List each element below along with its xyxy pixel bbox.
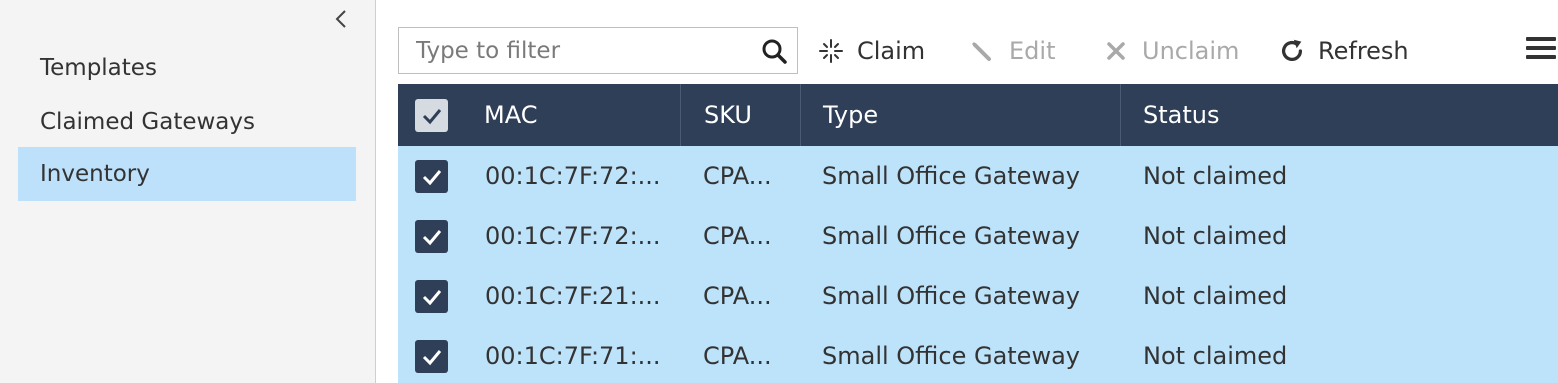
column-header-mac[interactable]: MAC xyxy=(464,84,680,146)
cell-sku: CPA... xyxy=(703,282,772,310)
filter-input[interactable] xyxy=(399,28,749,73)
cell-mac: 00:1C:7F:72:... xyxy=(485,222,661,250)
edit-label: Edit xyxy=(1009,37,1056,65)
sidebar: Templates Claimed Gateways Inventory xyxy=(0,0,376,383)
column-header-label: SKU xyxy=(704,101,752,129)
cell-sku: CPA... xyxy=(703,162,772,190)
table-row[interactable]: 00:1C:7F:72:... CPA... Small Office Gate… xyxy=(398,206,1558,266)
cell-mac: 00:1C:7F:71:... xyxy=(485,342,661,370)
filter-box xyxy=(398,27,798,74)
row-checkbox[interactable] xyxy=(415,220,448,253)
cell-sku: CPA... xyxy=(703,222,772,250)
row-checkbox[interactable] xyxy=(415,160,448,193)
unclaim-button[interactable]: Unclaim xyxy=(1102,26,1239,76)
sparkle-icon xyxy=(817,37,845,65)
cell-status: Not claimed xyxy=(1143,222,1288,250)
cell-type: Small Office Gateway xyxy=(822,282,1080,310)
sidebar-item-label: Inventory xyxy=(40,161,150,187)
collapse-sidebar-button[interactable] xyxy=(331,8,351,30)
table-header: MAC SKU Type Status xyxy=(398,84,1558,146)
sidebar-item-label: Templates xyxy=(40,55,157,81)
refresh-button[interactable]: Refresh xyxy=(1278,26,1409,76)
cell-status: Not claimed xyxy=(1143,162,1288,190)
select-all-checkbox[interactable] xyxy=(415,99,448,132)
check-icon xyxy=(422,289,441,305)
cell-sku: CPA... xyxy=(703,342,772,370)
check-icon xyxy=(422,229,441,245)
cell-status: Not claimed xyxy=(1143,342,1288,370)
edit-button[interactable]: Edit xyxy=(969,26,1055,76)
sidebar-item-templates[interactable]: Templates xyxy=(18,41,356,95)
column-header-sku[interactable]: SKU xyxy=(680,84,800,146)
column-header-label: Status xyxy=(1143,101,1220,129)
row-checkbox[interactable] xyxy=(415,340,448,373)
cell-type: Small Office Gateway xyxy=(822,162,1080,190)
cell-status: Not claimed xyxy=(1143,282,1288,310)
table-row[interactable]: 00:1C:7F:72:... CPA... Small Office Gate… xyxy=(398,146,1558,206)
search-icon[interactable] xyxy=(761,38,787,64)
cell-type: Small Office Gateway xyxy=(822,342,1080,370)
refresh-label: Refresh xyxy=(1318,37,1409,65)
check-icon xyxy=(422,349,441,365)
check-icon xyxy=(422,169,441,185)
sidebar-item-claimed-gateways[interactable]: Claimed Gateways xyxy=(18,95,356,149)
main-panel: Claim Edit Unclaim xyxy=(377,0,1558,383)
chevron-left-icon xyxy=(335,10,346,28)
column-header-status[interactable]: Status xyxy=(1120,84,1558,146)
sidebar-item-inventory[interactable]: Inventory xyxy=(18,147,356,201)
row-checkbox[interactable] xyxy=(415,280,448,313)
app-root: Templates Claimed Gateways Inventory Typ… xyxy=(0,0,1558,383)
column-header-label: MAC xyxy=(484,101,538,129)
table-row[interactable]: 00:1C:7F:71:... CPA... Small Office Gate… xyxy=(398,326,1558,383)
unclaim-label: Unclaim xyxy=(1142,37,1240,65)
table-row[interactable]: 00:1C:7F:21:... CPA... Small Office Gate… xyxy=(398,266,1558,326)
column-header-label: Type xyxy=(823,101,879,129)
check-icon xyxy=(422,108,441,124)
cell-mac: 00:1C:7F:72:... xyxy=(485,162,661,190)
cell-type: Small Office Gateway xyxy=(822,222,1080,250)
claim-label: Claim xyxy=(857,37,926,65)
claim-button[interactable]: Claim xyxy=(817,26,925,76)
close-icon xyxy=(1102,37,1130,65)
toolbar: Claim Edit Unclaim xyxy=(398,26,1558,76)
cell-mac: 00:1C:7F:21:... xyxy=(485,282,661,310)
menu-icon[interactable] xyxy=(1526,37,1556,63)
sidebar-item-label: Claimed Gateways xyxy=(40,109,255,135)
refresh-icon xyxy=(1278,37,1306,65)
column-header-type[interactable]: Type xyxy=(800,84,1120,146)
pencil-icon xyxy=(969,37,997,65)
inventory-table: MAC SKU Type Status 00:1C:7F:72:... CPA.… xyxy=(398,84,1558,383)
